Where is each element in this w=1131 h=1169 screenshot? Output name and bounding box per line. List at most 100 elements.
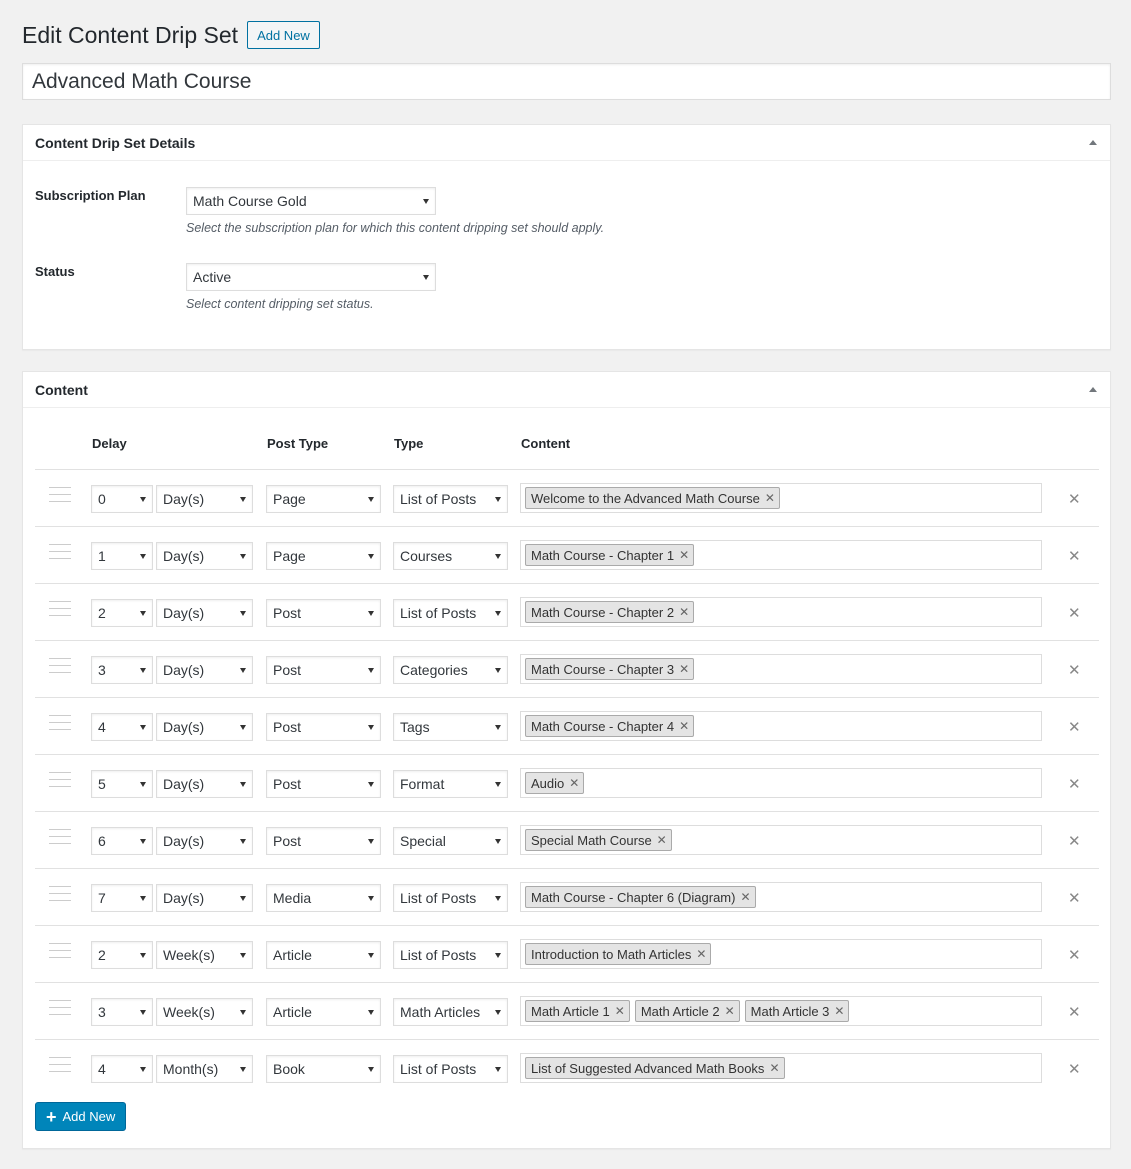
unit-select[interactable]: Day(s) — [156, 770, 253, 798]
delay-select[interactable]: 5 — [91, 770, 153, 798]
remove-tag-icon[interactable]: ✕ — [615, 1004, 625, 1018]
post-type-select[interactable]: Post — [266, 827, 381, 855]
add-new-button[interactable]: Add New — [247, 21, 320, 49]
content-header-label: Content — [521, 436, 571, 451]
remove-row-icon[interactable]: ✕ — [1068, 718, 1081, 736]
content-tag-input[interactable]: List of Suggested Advanced Math Books ✕ — [520, 1053, 1042, 1083]
post-type-select[interactable]: Post — [266, 656, 381, 684]
status-select[interactable]: Active — [186, 263, 436, 291]
remove-tag-icon[interactable]: ✕ — [696, 947, 706, 961]
delay-select[interactable]: 6 — [91, 827, 153, 855]
drag-handle-icon[interactable] — [49, 943, 71, 961]
collapse-icon[interactable] — [1088, 138, 1098, 148]
remove-tag-icon[interactable]: ✕ — [657, 833, 667, 847]
remove-row-icon[interactable]: ✕ — [1068, 775, 1081, 793]
type-select[interactable]: List of Posts — [393, 941, 508, 969]
remove-tag-icon[interactable]: ✕ — [679, 548, 689, 562]
remove-tag-icon[interactable]: ✕ — [679, 605, 689, 619]
type-select[interactable]: Math Articles — [393, 998, 508, 1026]
post-type-select[interactable]: Post — [266, 770, 381, 798]
delay-select[interactable]: 4 — [91, 713, 153, 741]
type-select[interactable]: Categories — [393, 656, 508, 684]
unit-select[interactable]: Day(s) — [156, 884, 253, 912]
plan-select[interactable]: Math Course Gold — [186, 187, 436, 215]
content-tag-input[interactable]: Welcome to the Advanced Math Course ✕ — [520, 483, 1042, 513]
drag-handle-icon[interactable] — [49, 544, 71, 562]
post-type-select[interactable]: Page — [266, 542, 381, 570]
unit-select[interactable]: Day(s) — [156, 656, 253, 684]
drag-handle-icon[interactable] — [49, 1000, 71, 1018]
details-header[interactable]: Content Drip Set Details — [23, 125, 1110, 161]
title-input[interactable]: Advanced Math Course — [22, 63, 1111, 100]
content-tag-input[interactable]: Math Course - Chapter 3 ✕ — [520, 654, 1042, 684]
drag-handle-icon[interactable] — [49, 772, 71, 790]
remove-row-icon[interactable]: ✕ — [1068, 490, 1081, 508]
type-select[interactable]: Format — [393, 770, 508, 798]
type-select[interactable]: List of Posts — [393, 884, 508, 912]
post-type-select[interactable]: Media — [266, 884, 381, 912]
add-new-row-button[interactable]: + Add New — [35, 1102, 127, 1131]
content-tag-input[interactable]: Audio ✕ — [520, 768, 1042, 798]
drag-handle-icon[interactable] — [49, 715, 71, 733]
remove-tag-icon[interactable]: ✕ — [569, 776, 579, 790]
type-select[interactable]: Courses — [393, 542, 508, 570]
delay-select[interactable]: 2 — [91, 941, 153, 969]
delay-select[interactable]: 2 — [91, 599, 153, 627]
unit-select[interactable]: Week(s) — [156, 941, 253, 969]
post-type-select[interactable]: Post — [266, 713, 381, 741]
delay-select[interactable]: 3 — [91, 656, 153, 684]
post-type-select[interactable]: Book — [266, 1055, 381, 1083]
content-tag-input[interactable]: Math Course - Chapter 2 ✕ — [520, 597, 1042, 627]
type-select[interactable]: List of Posts — [393, 599, 508, 627]
unit-select[interactable]: Day(s) — [156, 485, 253, 513]
drag-handle-icon[interactable] — [49, 487, 71, 505]
content-tag-input[interactable]: Introduction to Math Articles ✕ — [520, 939, 1042, 969]
post-type-select[interactable]: Article — [266, 998, 381, 1026]
type-select[interactable]: Tags — [393, 713, 508, 741]
remove-row-icon[interactable]: ✕ — [1068, 889, 1081, 907]
post-type-select[interactable]: Article — [266, 941, 381, 969]
drag-handle-icon[interactable] — [49, 601, 71, 619]
delay-select[interactable]: 3 — [91, 998, 153, 1026]
remove-tag-icon[interactable]: ✕ — [769, 1061, 779, 1075]
content-tag-input[interactable]: Special Math Course ✕ — [520, 825, 1042, 855]
drag-handle-icon[interactable] — [49, 1057, 71, 1075]
unit-select[interactable]: Day(s) — [156, 599, 253, 627]
drag-handle-icon[interactable] — [49, 829, 71, 847]
unit-select[interactable]: Day(s) — [156, 542, 253, 570]
post-type-select[interactable]: Page — [266, 485, 381, 513]
remove-row-icon[interactable]: ✕ — [1068, 1003, 1081, 1021]
content-tag-input[interactable]: Math Course - Chapter 1 ✕ — [520, 540, 1042, 570]
unit-select[interactable]: Day(s) — [156, 827, 253, 855]
post-type-select[interactable]: Post — [266, 599, 381, 627]
delay-select[interactable]: 0 — [91, 485, 153, 513]
remove-row-icon[interactable]: ✕ — [1068, 604, 1081, 622]
unit-select[interactable]: Month(s) — [156, 1055, 253, 1083]
content-tag-input[interactable]: Math Article 1 ✕ Math Article 2 ✕ Math Artic… — [520, 996, 1042, 1026]
remove-row-icon[interactable]: ✕ — [1068, 661, 1081, 679]
unit-select[interactable]: Week(s) — [156, 998, 253, 1026]
remove-tag-icon[interactable]: ✕ — [834, 1004, 844, 1018]
remove-tag-icon[interactable]: ✕ — [679, 662, 689, 676]
type-select[interactable]: Special — [393, 827, 508, 855]
content-tag-input[interactable]: Math Course - Chapter 6 (Diagram) ✕ — [520, 882, 1042, 912]
type-select[interactable]: List of Posts — [393, 485, 508, 513]
remove-row-icon[interactable]: ✕ — [1068, 832, 1081, 850]
delay-select[interactable]: 1 — [91, 542, 153, 570]
remove-row-icon[interactable]: ✕ — [1068, 946, 1081, 964]
remove-tag-icon[interactable]: ✕ — [679, 719, 689, 733]
delay-select[interactable]: 7 — [91, 884, 153, 912]
remove-tag-icon[interactable]: ✕ — [725, 1004, 735, 1018]
content-header[interactable]: Content — [23, 372, 1110, 408]
remove-row-icon[interactable]: ✕ — [1068, 547, 1081, 565]
delay-select[interactable]: 4 — [91, 1055, 153, 1083]
drag-handle-icon[interactable] — [49, 886, 71, 904]
unit-select[interactable]: Day(s) — [156, 713, 253, 741]
remove-tag-icon[interactable]: ✕ — [740, 890, 750, 904]
collapse-icon[interactable] — [1088, 385, 1098, 395]
remove-row-icon[interactable]: ✕ — [1068, 1060, 1081, 1078]
type-select[interactable]: List of Posts — [393, 1055, 508, 1083]
remove-tag-icon[interactable]: ✕ — [765, 491, 775, 505]
content-tag-input[interactable]: Math Course - Chapter 4 ✕ — [520, 711, 1042, 741]
drag-handle-icon[interactable] — [49, 658, 71, 676]
